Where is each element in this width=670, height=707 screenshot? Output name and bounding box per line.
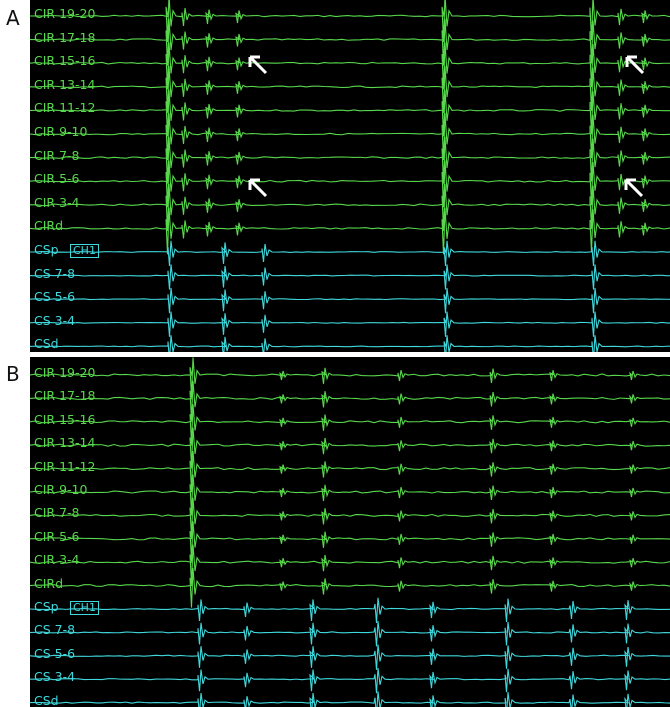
channel-label: CIR 3-4 <box>34 194 80 210</box>
channel-label: CIR 17-18 <box>34 388 96 404</box>
channel-label: CIR 15-16 <box>34 53 96 69</box>
arrow-icon <box>248 55 268 75</box>
ch1-marker: CH1 <box>70 601 99 615</box>
signal-trace <box>30 311 670 337</box>
signal-trace <box>30 160 670 208</box>
panel-b-recording: CIR 19-20 CIR 17-18 CIR 15-16 CIR 13-14 CIR … <box>30 357 670 707</box>
channel-label: CIR 9-10 <box>34 124 88 139</box>
channel-label: CSd <box>34 336 59 352</box>
signal-trace <box>30 240 670 267</box>
channel-label: CS 3-4 <box>34 669 76 685</box>
channel-label: CIR 13-14 <box>34 435 96 451</box>
panel-b-letter: B <box>6 362 20 386</box>
arrow-icon <box>248 178 268 198</box>
signal-trace <box>30 691 670 707</box>
channel-label: CS 3-4 <box>34 312 76 328</box>
channel-label: CIR 9-10 <box>34 482 88 497</box>
channel-label: CIR 15-16 <box>34 411 96 427</box>
channel-label: CIR 3-4 <box>34 552 80 568</box>
channel-label: CIR 7-8 <box>34 147 80 163</box>
channel-label: CS 5-6 <box>34 645 76 661</box>
panel-a-traces <box>30 0 670 352</box>
signal-trace <box>30 597 670 624</box>
signal-trace <box>30 18 670 66</box>
channel-label: CSp <box>34 599 59 614</box>
signal-trace <box>30 113 670 161</box>
channel-label: CS 5-6 <box>34 289 76 305</box>
channel-label: CIR 17-18 <box>34 29 96 45</box>
signal-trace <box>30 404 670 444</box>
signal-trace <box>30 427 670 468</box>
signal-trace <box>30 136 670 184</box>
arrow-icon <box>625 55 645 75</box>
signal-trace <box>30 567 670 608</box>
signal-trace <box>30 450 670 491</box>
channel-label: CIR 7-8 <box>34 505 80 521</box>
signal-trace <box>30 207 670 255</box>
channel-label: CIR 13-14 <box>34 76 96 92</box>
channel-label: CIR 19-20 <box>34 365 96 380</box>
channel-label: CIR 5-6 <box>34 171 80 187</box>
signal-trace <box>30 474 670 515</box>
signal-trace <box>30 644 670 670</box>
arrow-icon <box>624 178 644 198</box>
signal-trace <box>30 65 670 113</box>
channel-label: CS 7-8 <box>34 622 76 638</box>
panel-a-recording: CIR 19-20 CIR 17-18 CIR 15-16 CIR 13-14 CIR … <box>30 0 670 352</box>
signal-trace <box>30 183 670 231</box>
signal-trace <box>30 357 670 398</box>
signal-trace <box>30 544 670 585</box>
panel-a-letter: A <box>6 6 20 30</box>
signal-trace <box>30 89 670 137</box>
channel-label: CIR 19-20 <box>34 6 96 21</box>
channel-label: CSp <box>34 242 59 257</box>
channel-label: CIR 5-6 <box>34 528 80 544</box>
signal-trace <box>30 42 670 90</box>
ch1-marker: CH1 <box>70 244 99 258</box>
signal-trace <box>30 497 670 538</box>
channel-label: CS 7-8 <box>34 265 76 281</box>
channel-label: CIR 11-12 <box>34 100 96 116</box>
signal-trace <box>30 264 670 290</box>
panel-b-traces <box>30 357 670 707</box>
signal-trace <box>30 521 670 561</box>
signal-trace <box>30 335 670 352</box>
signal-trace <box>30 0 670 43</box>
channel-label: CIRd <box>34 218 64 234</box>
signal-trace <box>30 667 670 694</box>
channel-label: CIRd <box>34 575 64 591</box>
channel-label: CSd <box>34 692 59 707</box>
signal-trace <box>30 380 670 421</box>
signal-trace <box>30 287 670 314</box>
signal-trace <box>30 621 670 647</box>
channel-label: CIR 11-12 <box>34 458 96 474</box>
